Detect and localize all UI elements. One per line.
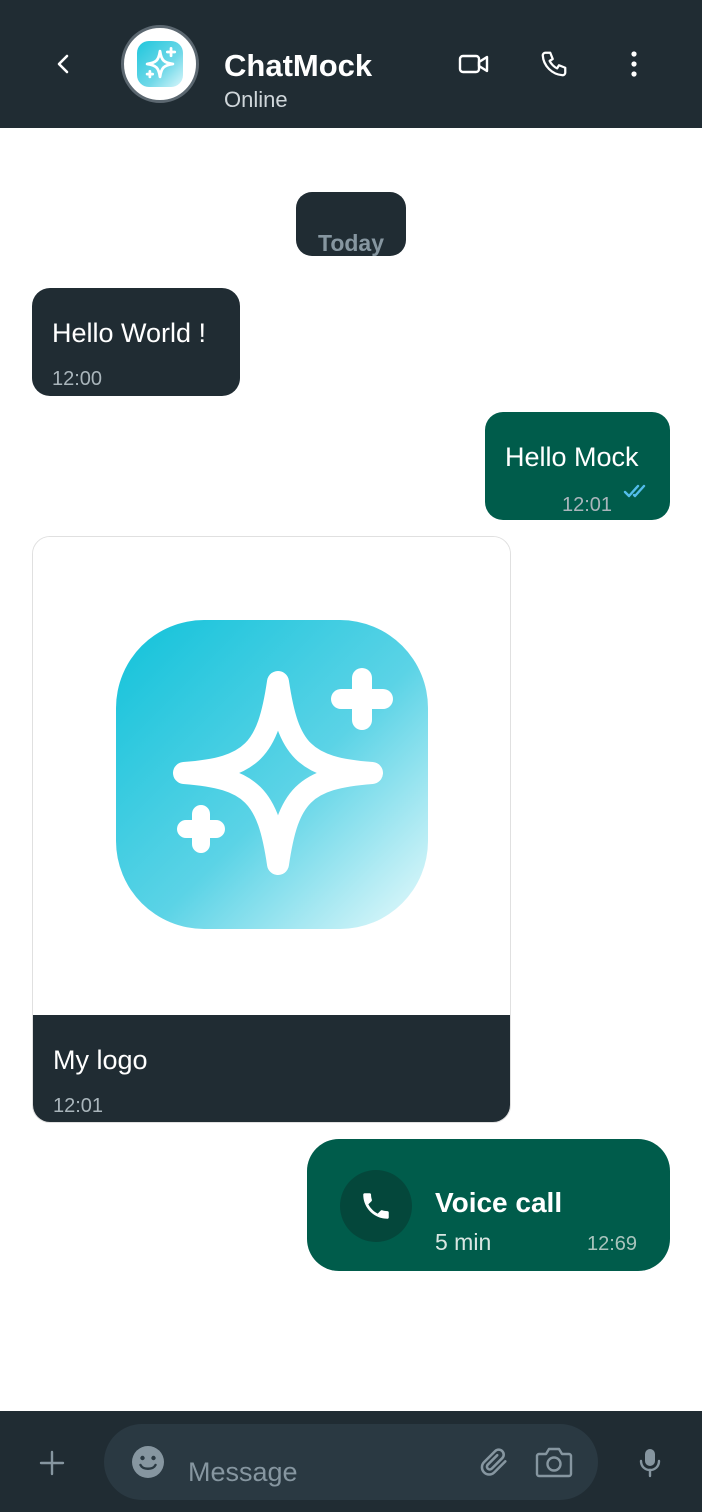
message-input[interactable] <box>188 1450 448 1494</box>
message-time: 12:01 <box>562 494 613 516</box>
message-incoming[interactable]: Hello World ! 12:00 <box>32 288 240 396</box>
camera-icon <box>535 1447 573 1478</box>
contact-avatar[interactable] <box>121 25 199 103</box>
plus-icon <box>39 1450 65 1476</box>
camera-button[interactable] <box>534 1442 574 1482</box>
message-outgoing[interactable]: Hello Mock 12:01 <box>485 412 670 520</box>
message-image[interactable]: My logo 12:01 <box>32 536 511 1123</box>
add-button[interactable] <box>32 1443 72 1483</box>
microphone-icon <box>639 1449 661 1478</box>
chat-screen: ChatMock Online Today Hello World ! 12:0… <box>0 0 702 1512</box>
voice-record-button[interactable] <box>630 1443 670 1483</box>
back-arrow-icon <box>57 54 69 74</box>
phone-icon <box>363 1193 389 1219</box>
voice-call-button[interactable] <box>534 44 574 84</box>
emoji-icon <box>132 1446 164 1478</box>
message-time: 12:69 <box>587 1233 638 1255</box>
message-composer <box>0 1411 702 1512</box>
contact-name[interactable]: ChatMock <box>224 48 372 84</box>
image-attachment[interactable] <box>33 537 510 1015</box>
video-call-icon <box>458 54 489 74</box>
call-title: Voice call <box>435 1187 563 1218</box>
date-label: Today <box>317 230 385 256</box>
image-caption-area: My logo 12:01 <box>33 1015 510 1122</box>
message-voice-call[interactable]: Voice call 5 min 12:69 <box>307 1139 670 1271</box>
message-text: Hello World ! <box>52 318 207 348</box>
app-logo-icon <box>116 620 428 929</box>
attach-button[interactable] <box>474 1442 514 1482</box>
video-call-button[interactable] <box>454 44 494 84</box>
more-options-button[interactable] <box>614 44 654 84</box>
message-input-container[interactable] <box>104 1424 598 1500</box>
app-logo-icon <box>137 41 183 87</box>
attachment-icon <box>480 1448 507 1476</box>
back-button[interactable] <box>44 44 84 84</box>
phone-icon <box>541 51 567 77</box>
call-duration: 5 min <box>435 1229 492 1255</box>
image-caption: My logo <box>53 1045 148 1075</box>
more-vertical-icon <box>631 51 637 77</box>
date-separator: Today <box>296 192 406 256</box>
message-time: 12:00 <box>52 368 103 390</box>
contact-status: Online <box>224 87 288 112</box>
message-text: Hello Mock <box>505 442 639 472</box>
message-time: 12:01 <box>53 1095 104 1117</box>
call-icon-circle <box>340 1170 412 1242</box>
emoji-button[interactable] <box>128 1442 168 1482</box>
chat-header: ChatMock Online <box>0 0 702 128</box>
read-receipt-icon <box>623 484 646 498</box>
